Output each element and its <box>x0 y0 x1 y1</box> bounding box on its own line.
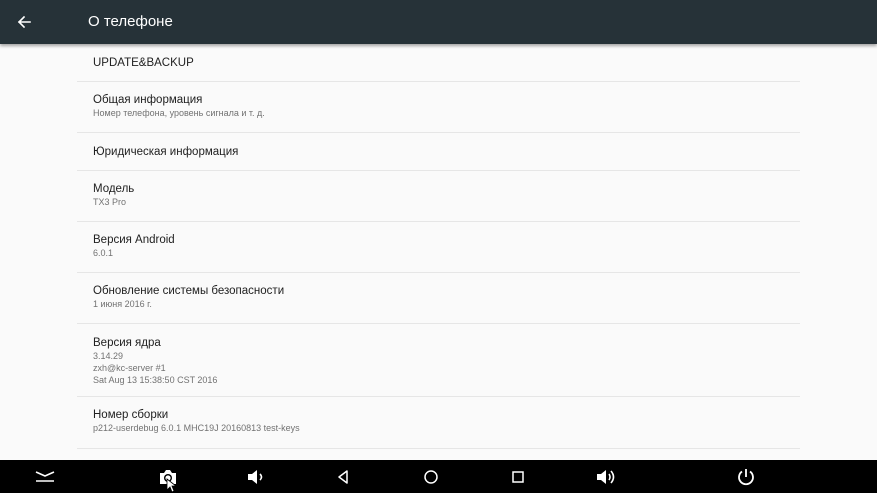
list-item-kernel-version[interactable]: Версия ядра 3.14.29 zxh@kc-server #1 Sat… <box>77 324 800 397</box>
item-title: Версия ядра <box>93 337 161 349</box>
list-item-update-backup[interactable]: UPDATE&BACKUP <box>77 44 800 82</box>
back-button[interactable] <box>10 8 38 36</box>
item-subtitle: Номер телефона, уровень сигнала и т. д. <box>93 108 265 118</box>
item-subtitle-line: zxh@kc-server #1 <box>93 363 166 373</box>
list-item-security-update[interactable]: Обновление системы безопасности 1 июня 2… <box>77 273 800 324</box>
home-icon <box>424 470 438 484</box>
item-subtitle: TX3 Pro <box>93 197 127 207</box>
mouse-pointer-icon <box>166 478 177 493</box>
collapse-icon <box>35 471 55 482</box>
item-title: Юридическая информация <box>93 146 239 158</box>
item-title: Общая информация <box>93 94 203 106</box>
back-icon <box>338 470 348 484</box>
page-title: О телефоне <box>88 13 173 30</box>
power-icon <box>738 469 754 486</box>
item-subtitle-line: 3.14.29 <box>93 351 124 361</box>
arrow-back-icon <box>17 15 31 29</box>
power-button[interactable] <box>734 465 758 489</box>
list-item-model[interactable]: Модель TX3 Pro <box>77 171 800 222</box>
volume-up-button[interactable] <box>594 465 618 489</box>
item-subtitle: 1 июня 2016 г. <box>93 299 152 309</box>
item-subtitle: p212-userdebug 6.0.1 MHC19J 20160813 tes… <box>93 423 300 433</box>
item-title: Номер сборки <box>93 409 169 421</box>
item-title: Модель <box>93 183 135 195</box>
item-subtitle-line: Sat Aug 13 15:38:50 CST 2016 <box>93 375 218 385</box>
recents-button[interactable] <box>506 465 530 489</box>
list-item-general-info[interactable]: Общая информация Номер телефона, уровень… <box>77 82 800 133</box>
settings-list: UPDATE&BACKUP Общая информация Номер тел… <box>77 44 800 449</box>
recents-icon <box>512 471 524 483</box>
home-button[interactable] <box>419 465 443 489</box>
list-item-build-number[interactable]: Номер сборки p212-userdebug 6.0.1 MHC19J… <box>77 397 800 449</box>
volume-down-icon <box>248 470 263 484</box>
item-title: Обновление системы безопасности <box>93 285 285 297</box>
collapse-button[interactable] <box>33 465 57 489</box>
item-subtitle: 6.0.1 <box>93 248 114 258</box>
navigation-bar <box>0 460 877 493</box>
volume-up-icon <box>597 470 615 484</box>
volume-down-button[interactable] <box>244 465 268 489</box>
toolbar: О телефоне <box>0 0 877 44</box>
item-title: Версия Android <box>93 234 175 246</box>
back-nav-button[interactable] <box>331 465 355 489</box>
list-item-android-version[interactable]: Версия Android 6.0.1 <box>77 222 800 273</box>
item-title: UPDATE&BACKUP <box>93 57 194 69</box>
list-item-legal-info[interactable]: Юридическая информация <box>77 133 800 171</box>
